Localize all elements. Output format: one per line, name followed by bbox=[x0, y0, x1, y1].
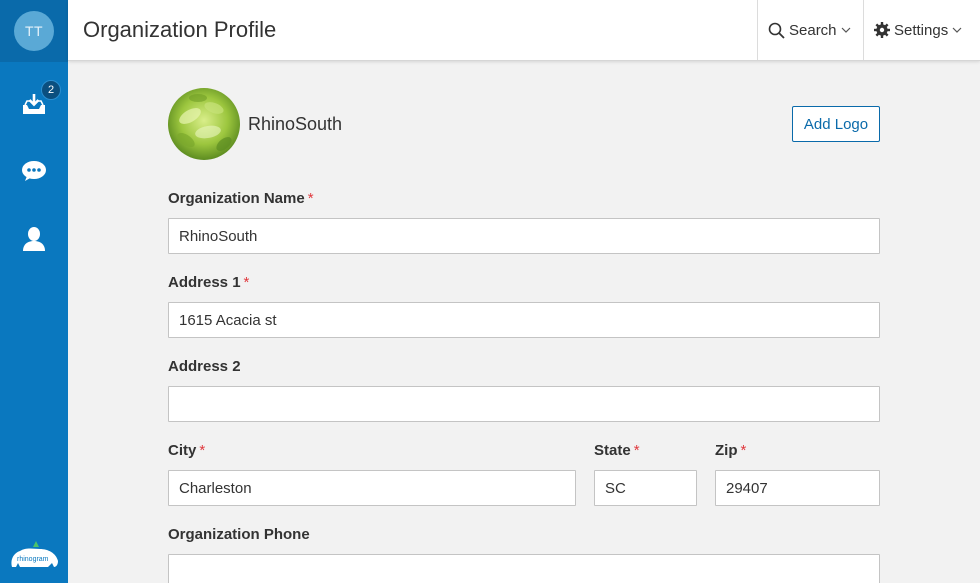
brand-text: rhinogram bbox=[17, 556, 49, 563]
rhinogram-logo: rhinogram bbox=[11, 541, 59, 567]
address1-label: Address 1 * bbox=[168, 274, 250, 291]
org-name-field[interactable] bbox=[168, 218, 880, 254]
sidebar: TT 2 rhinogram bbox=[0, 0, 68, 583]
gear-icon bbox=[874, 22, 890, 38]
chevron-down-icon bbox=[841, 27, 850, 33]
zip-label: Zip * bbox=[715, 442, 747, 459]
search-label: Search bbox=[789, 21, 837, 39]
user-icon bbox=[23, 227, 45, 251]
add-logo-button[interactable]: Add Logo bbox=[792, 106, 880, 142]
search-button[interactable]: Search bbox=[757, 0, 863, 60]
city-label: City * bbox=[168, 442, 206, 459]
required-marker: * bbox=[633, 442, 640, 459]
avatar[interactable]: TT bbox=[14, 11, 54, 51]
inbox-count-badge: 2 bbox=[41, 80, 61, 100]
address1-field[interactable] bbox=[168, 302, 880, 338]
org-logo-image bbox=[168, 88, 240, 160]
sidebar-item-contacts[interactable] bbox=[0, 211, 68, 267]
address2-label: Address 2 bbox=[168, 358, 241, 375]
state-field[interactable] bbox=[594, 470, 697, 506]
settings-button[interactable]: Settings bbox=[863, 0, 980, 60]
search-icon bbox=[768, 22, 785, 39]
required-marker: * bbox=[740, 442, 747, 459]
required-marker: * bbox=[243, 274, 250, 291]
org-display-name: RhinoSouth bbox=[248, 114, 343, 134]
org-phone-field[interactable] bbox=[168, 554, 880, 583]
required-marker: * bbox=[199, 442, 206, 459]
settings-label: Settings bbox=[894, 21, 949, 39]
org-phone-label: Organization Phone bbox=[168, 526, 310, 543]
required-marker: * bbox=[307, 190, 314, 207]
city-field[interactable] bbox=[168, 470, 576, 506]
state-label: State * bbox=[594, 442, 640, 459]
chat-bubble-icon bbox=[22, 161, 46, 181]
top-header: Organization Profile Search Settings bbox=[68, 0, 980, 61]
address2-field[interactable] bbox=[168, 386, 880, 422]
org-logo-row: RhinoSouth Add Logo bbox=[168, 88, 880, 160]
org-name-label: Organization Name * bbox=[168, 190, 314, 207]
page-title: Organization Profile bbox=[83, 17, 277, 42]
chevron-down-icon bbox=[952, 27, 962, 33]
zip-field[interactable] bbox=[715, 470, 880, 506]
sidebar-item-chat[interactable] bbox=[0, 143, 68, 199]
avatar-area: TT bbox=[0, 0, 68, 62]
